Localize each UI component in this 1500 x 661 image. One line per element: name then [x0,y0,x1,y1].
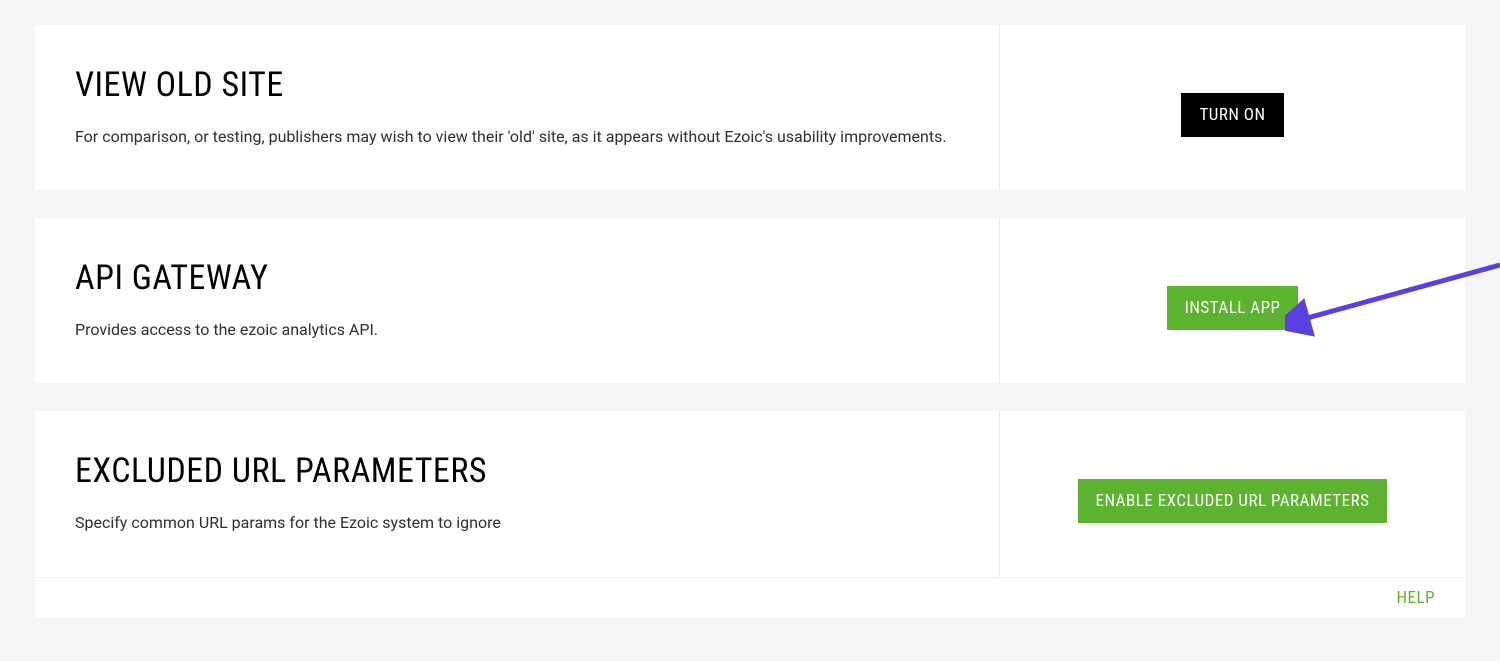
turn-on-button[interactable]: TURN ON [1181,93,1283,137]
card-description: Specify common URL params for the Ezoic … [75,509,959,536]
setting-card-view-old-site: VIEW OLD SITE For comparison, or testing… [35,25,1465,190]
help-bar: HELP [35,577,1465,618]
card-action-area: ENABLE EXCLUDED URL PARAMETERS [1000,411,1465,576]
enable-excluded-url-parameters-button[interactable]: ENABLE EXCLUDED URL PARAMETERS [1078,479,1388,523]
card-info: EXCLUDED URL PARAMETERS Specify common U… [35,411,1000,576]
card-info: VIEW OLD SITE For comparison, or testing… [35,25,1000,190]
card-action-area: TURN ON [1000,25,1465,190]
setting-card-excluded-url-parameters: EXCLUDED URL PARAMETERS Specify common U… [35,411,1465,576]
install-app-button[interactable]: INSTALL APP [1167,286,1299,330]
card-action-area: INSTALL APP [1000,218,1465,383]
card-title: API GATEWAY [75,258,959,298]
card-title: VIEW OLD SITE [75,65,959,105]
card-description: For comparison, or testing, publishers m… [75,123,959,150]
card-title: EXCLUDED URL PARAMETERS [75,451,959,491]
setting-card-api-gateway: API GATEWAY Provides access to the ezoic… [35,218,1465,383]
card-info: API GATEWAY Provides access to the ezoic… [35,218,1000,383]
card-description: Provides access to the ezoic analytics A… [75,316,959,343]
help-link[interactable]: HELP [1397,588,1436,608]
